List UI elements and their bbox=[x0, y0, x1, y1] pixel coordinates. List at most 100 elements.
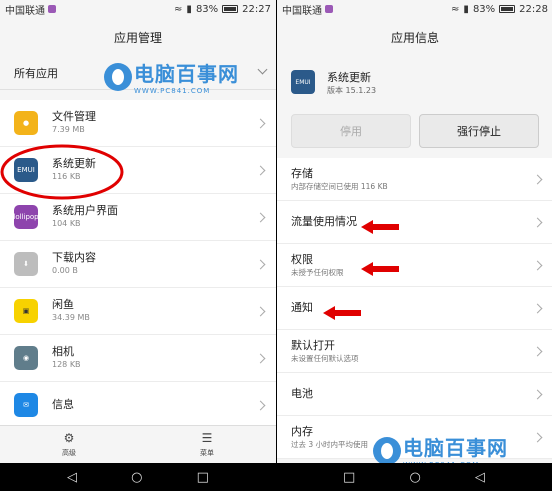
xianyu-icon: ▣ bbox=[14, 299, 38, 323]
advanced-button[interactable]: ⚙ 高级 bbox=[0, 426, 138, 463]
watermark-logo-icon bbox=[104, 62, 132, 91]
watermark-url: WWW.PC841.COM bbox=[134, 87, 211, 95]
lollipop-icon: lollipop bbox=[13, 205, 39, 229]
red-arrow-permissions bbox=[361, 262, 399, 276]
app-name: 系统更新 bbox=[327, 70, 371, 84]
app-name: 闲鱼 bbox=[52, 298, 74, 311]
emui-icon: EMUI bbox=[291, 70, 315, 94]
setting-permissions[interactable]: 权限 未授予任何权限 bbox=[277, 244, 552, 287]
disable-button[interactable]: 停用 bbox=[291, 114, 411, 148]
chevron-right-icon bbox=[532, 303, 543, 313]
setting-open-by-default[interactable]: 默认打开 未设置任何默认选项 bbox=[277, 330, 552, 373]
chevron-right-icon bbox=[255, 212, 266, 222]
folder-icon: ● bbox=[14, 111, 38, 135]
app-row-messages[interactable]: ✉ 信息 bbox=[0, 382, 276, 429]
back-icon[interactable]: ◁ bbox=[475, 470, 485, 485]
setting-title: 权限 bbox=[291, 252, 313, 266]
app-version: 版本 15.1.23 bbox=[327, 85, 377, 95]
app-row-downloads[interactable]: ⬇ 下载内容 0.00 B bbox=[0, 241, 276, 288]
settings-list: 存储 内部存储空间已使用 116 KB 流量使用情况 权限 未授予任何权限 通知 默… bbox=[277, 158, 552, 459]
recents-icon[interactable]: □ bbox=[197, 470, 209, 485]
camera-icon: ◉ bbox=[14, 346, 38, 370]
back-icon[interactable]: ◁ bbox=[67, 470, 77, 485]
chevron-right-icon bbox=[532, 389, 543, 399]
highlight-circle bbox=[0, 144, 124, 200]
clock: 22:28 bbox=[519, 3, 548, 15]
chevron-down-icon bbox=[257, 64, 268, 75]
app-info-screen: 中国联通 ≈ ▮ 83% 22:28 应用信息 EMUI 系统更新 版本 15.… bbox=[277, 0, 552, 463]
app-manager-screen: 中国联通 ≈ ▮ 83% 22:27 应用管理 所有应用 ● 文件管理 7.39 … bbox=[0, 0, 276, 463]
sim-icon bbox=[325, 5, 333, 13]
signal-icon: ▮ bbox=[463, 3, 469, 15]
app-size: 34.39 MB bbox=[52, 313, 90, 322]
app-name: 系统用户界面 bbox=[52, 204, 118, 217]
status-bar: 中国联通 ≈ ▮ 83% 22:27 bbox=[0, 0, 276, 18]
signal-icon: ▮ bbox=[186, 3, 192, 15]
download-icon: ⬇ bbox=[14, 252, 38, 276]
chevron-right-icon bbox=[255, 118, 266, 128]
chevron-right-icon bbox=[255, 306, 266, 316]
watermark-brand: 电脑百事网 bbox=[134, 62, 239, 86]
carrier-label: 中国联通 bbox=[282, 5, 322, 17]
wifi-icon: ≈ bbox=[451, 3, 460, 15]
menu-label: 菜单 bbox=[200, 449, 214, 457]
app-row-camera[interactable]: ◉ 相机 128 KB bbox=[0, 335, 276, 382]
battery-icon bbox=[222, 5, 239, 13]
chevron-right-icon bbox=[255, 353, 266, 363]
chevron-right-icon bbox=[532, 217, 543, 227]
home-icon[interactable]: ○ bbox=[409, 470, 420, 485]
battery-icon bbox=[499, 5, 516, 13]
system-nav-bar: ◁ ○ □ □ ○ ◁ bbox=[0, 463, 552, 491]
watermark-logo: 电脑百事网 WWW.PC841.COM bbox=[104, 58, 239, 95]
app-name: 信息 bbox=[52, 398, 74, 411]
menu-icon: ☰ bbox=[201, 431, 213, 445]
watermark-logo: 电脑百事网 WWW.PC841.COM bbox=[373, 432, 508, 463]
chevron-right-icon bbox=[532, 346, 543, 356]
setting-notifications[interactable]: 通知 bbox=[277, 287, 552, 330]
setting-title: 电池 bbox=[291, 387, 313, 400]
battery-percent: 83% bbox=[195, 3, 219, 15]
chevron-right-icon bbox=[255, 165, 266, 175]
chevron-right-icon bbox=[532, 432, 543, 442]
app-header: EMUI 系统更新 版本 15.1.23 bbox=[277, 56, 552, 108]
app-name: 文件管理 bbox=[52, 110, 96, 123]
app-row-xianyu[interactable]: ▣ 闲鱼 34.39 MB bbox=[0, 288, 276, 335]
page-title: 应用信息 bbox=[390, 30, 439, 45]
setting-subtitle: 未设置任何默认选项 bbox=[291, 353, 359, 363]
setting-title: 流量使用情况 bbox=[291, 215, 357, 228]
red-arrow-data-usage bbox=[361, 220, 399, 234]
watermark-brand: 电脑百事网 bbox=[403, 436, 508, 460]
carrier-label: 中国联通 bbox=[5, 5, 45, 17]
watermark-logo-icon bbox=[373, 436, 401, 463]
app-size: 128 KB bbox=[52, 360, 81, 369]
chevron-right-icon bbox=[532, 260, 543, 270]
setting-title: 默认打开 bbox=[291, 338, 335, 352]
app-size: 104 KB bbox=[52, 219, 81, 228]
app-size: 0.00 B bbox=[52, 266, 78, 275]
gear-icon: ⚙ bbox=[63, 431, 75, 445]
setting-storage[interactable]: 存储 内部存储空间已使用 116 KB bbox=[277, 158, 552, 201]
setting-data-usage[interactable]: 流量使用情况 bbox=[277, 201, 552, 244]
home-icon[interactable]: ○ bbox=[131, 470, 142, 485]
status-bar: 中国联通 ≈ ▮ 83% 22:28 bbox=[277, 0, 552, 18]
wifi-icon: ≈ bbox=[174, 3, 183, 15]
red-arrow-notifications bbox=[323, 306, 361, 320]
app-size: 7.39 MB bbox=[52, 125, 85, 134]
message-icon: ✉ bbox=[14, 393, 38, 417]
menu-button[interactable]: ☰ 菜单 bbox=[138, 426, 276, 463]
page-title: 应用管理 bbox=[113, 30, 162, 45]
setting-subtitle: 内部存储空间已使用 116 KB bbox=[291, 181, 388, 191]
setting-battery[interactable]: 电池 bbox=[277, 373, 552, 416]
app-row-file-manager[interactable]: ● 文件管理 7.39 MB bbox=[0, 100, 276, 147]
app-name: 相机 bbox=[52, 345, 74, 358]
bottom-toolbar: ⚙ 高级 ☰ 菜单 bbox=[0, 425, 276, 463]
recents-icon[interactable]: □ bbox=[343, 470, 355, 485]
setting-subtitle: 未授予任何权限 bbox=[291, 267, 344, 277]
setting-title: 存储 bbox=[291, 166, 313, 180]
app-name: 下载内容 bbox=[52, 251, 96, 264]
force-stop-button[interactable]: 强行停止 bbox=[419, 114, 539, 148]
action-buttons: 停用 强行停止 bbox=[277, 108, 552, 154]
clock: 22:27 bbox=[242, 3, 271, 15]
advanced-label: 高级 bbox=[62, 449, 76, 457]
chevron-right-icon bbox=[255, 259, 266, 269]
